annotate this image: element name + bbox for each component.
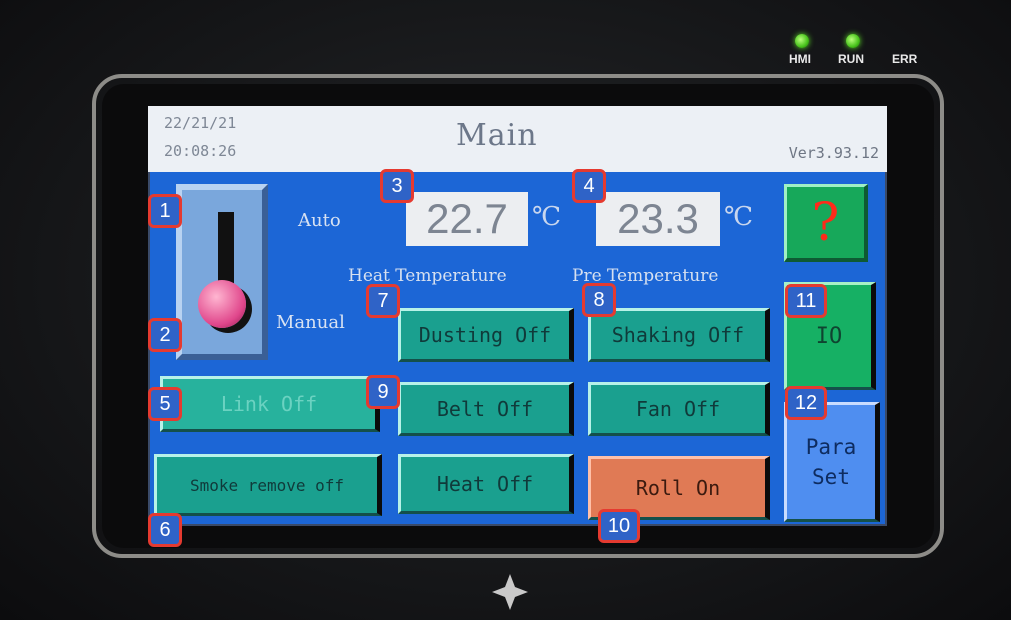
pre-temperature-value: 23.3: [596, 192, 720, 246]
heat-button[interactable]: Heat Off: [398, 454, 574, 514]
run-led-label: RUN: [838, 52, 864, 66]
pre-temperature-unit: ℃: [724, 202, 754, 232]
help-button[interactable]: ?: [784, 184, 868, 262]
title-bar: 22/21/21 20:08:26 Main Ver3.93.12: [148, 106, 887, 172]
auto-label: Auto: [298, 210, 341, 231]
link-button[interactable]: Link Off: [160, 376, 380, 432]
callout-8: 8: [582, 283, 616, 317]
callout-4: 4: [572, 169, 606, 203]
dusting-button[interactable]: Dusting Off: [398, 308, 574, 362]
manual-label: Manual: [276, 312, 345, 333]
page-title: Main: [456, 118, 538, 153]
para-set-line1: Para: [805, 435, 857, 459]
callout-3: 3: [380, 169, 414, 203]
callout-11: 11: [785, 284, 827, 318]
heat-temperature-unit: ℃: [532, 202, 562, 232]
auto-manual-switch[interactable]: [176, 184, 268, 360]
callout-7: 7: [366, 284, 400, 318]
shaking-button[interactable]: Shaking Off: [588, 308, 770, 362]
callout-9: 9: [366, 375, 400, 409]
date-display: 22/21/21: [164, 114, 237, 132]
brand-logo-icon: [492, 574, 528, 610]
callout-1: 1: [148, 194, 182, 228]
smoke-remove-button[interactable]: Smoke remove off: [154, 454, 382, 516]
hmi-screen: 22/21/21 20:08:26 Main Ver3.93.12 Auto M…: [148, 106, 887, 526]
callout-6: 6: [148, 513, 182, 547]
err-led-label: ERR: [892, 52, 918, 66]
heat-temperature-value: 22.7: [406, 192, 528, 246]
run-led: [846, 34, 860, 48]
version-label: Ver3.93.12: [788, 144, 879, 162]
callout-10: 10: [598, 509, 640, 543]
para-set-button[interactable]: Para Set: [784, 402, 880, 522]
belt-button[interactable]: Belt Off: [398, 382, 574, 436]
heat-temperature-caption: Heat Temperature: [348, 266, 507, 286]
switch-knob[interactable]: [198, 280, 246, 328]
hmi-led-label: HMI: [789, 52, 811, 66]
hmi-led: [795, 34, 809, 48]
callout-12: 12: [785, 386, 827, 420]
para-set-line2: Set: [812, 465, 850, 489]
callout-2: 2: [148, 318, 182, 352]
fan-button[interactable]: Fan Off: [588, 382, 770, 436]
callout-5: 5: [148, 387, 182, 421]
time-display: 20:08:26: [164, 142, 237, 160]
